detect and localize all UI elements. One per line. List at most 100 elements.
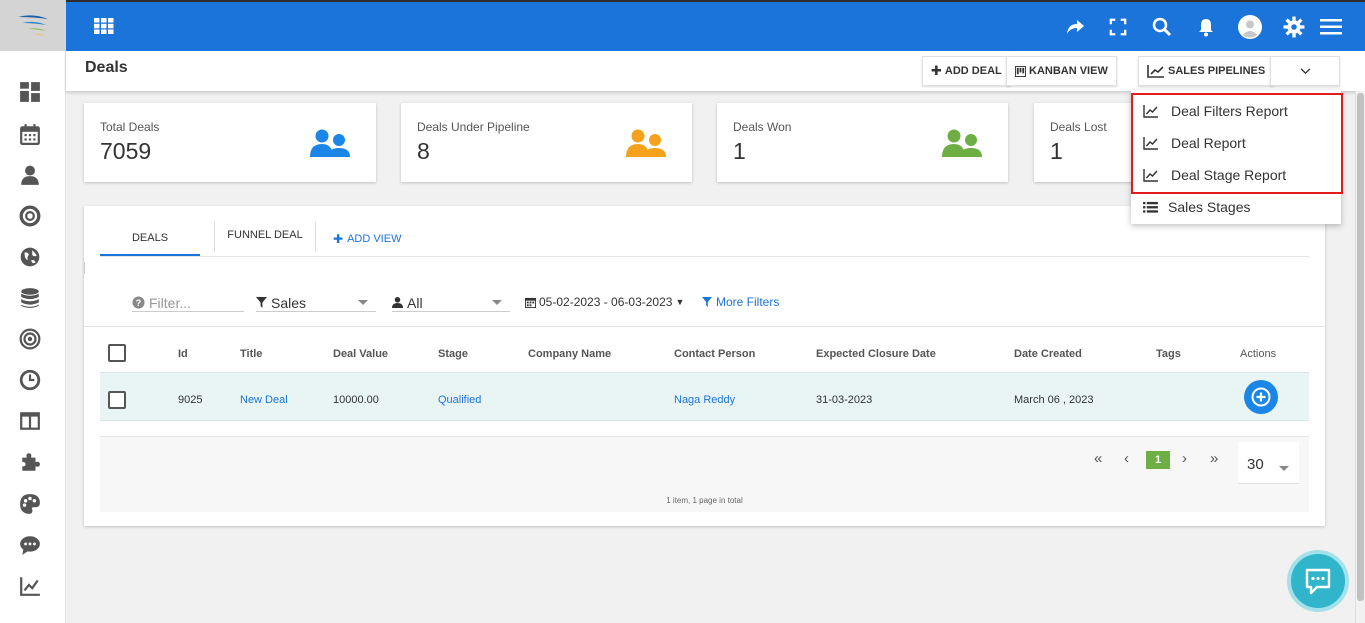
clock-icon[interactable] xyxy=(18,368,42,392)
avatar[interactable] xyxy=(1238,15,1262,39)
cell-deal-value: 10000.00 xyxy=(333,394,379,406)
stat-label: Deals Lost xyxy=(1050,120,1107,134)
pagination-info: 1 item, 1 page in total xyxy=(666,496,743,505)
lifebuoy-icon[interactable] xyxy=(18,204,42,228)
divider xyxy=(84,326,1325,327)
cell-contact-person-link[interactable]: Naga Reddy xyxy=(674,394,735,406)
user-icon xyxy=(392,297,403,308)
kanban-view-button[interactable]: KANBAN VIEW xyxy=(1006,56,1117,86)
first-page-icon[interactable]: « xyxy=(1094,450,1102,467)
date-range-picker[interactable]: 05-02-2023 - 06-03-2023 ▼ xyxy=(525,295,684,309)
top-navbar xyxy=(66,0,1365,51)
pipeline-select[interactable]: Sales xyxy=(256,294,376,312)
column-header-company-name[interactable]: Company Name xyxy=(528,348,611,360)
stat-value: 8 xyxy=(417,138,430,164)
column-header-deal-value[interactable]: Deal Value xyxy=(333,348,388,360)
column-header-tags[interactable]: Tags xyxy=(1156,348,1181,360)
plus-circle-icon xyxy=(1251,387,1271,407)
chart-line-icon xyxy=(1147,65,1164,78)
tab-deals-label: DEALS xyxy=(131,232,169,244)
column-header-id[interactable]: Id xyxy=(178,348,188,360)
bell-icon[interactable] xyxy=(1194,15,1218,39)
chat-icon xyxy=(1305,568,1331,595)
stat-card-total-deals: Total Deals 7059 xyxy=(84,103,376,182)
add-deal-label: ADD DEAL xyxy=(944,65,1002,77)
scrollbar-thumb[interactable] xyxy=(1357,93,1364,601)
divider xyxy=(84,262,85,274)
search-icon[interactable] xyxy=(1150,15,1174,39)
cell-date-created: March 06 , 2023 xyxy=(1014,394,1094,406)
tab-funnel-deal[interactable]: FUNNEL DEAL xyxy=(215,218,315,252)
caret-down-icon xyxy=(1279,466,1289,471)
row-checkbox[interactable] xyxy=(108,391,126,409)
calendar-icon[interactable] xyxy=(18,122,42,146)
plus-icon: ✚ xyxy=(333,232,344,246)
menu-item-sales-stages[interactable]: Sales Stages xyxy=(1143,197,1251,217)
sidebar xyxy=(0,0,66,623)
fullscreen-icon[interactable] xyxy=(1106,15,1130,39)
chat-widget-button[interactable] xyxy=(1287,550,1349,612)
column-header-expected-closure-date[interactable]: Expected Closure Date xyxy=(816,348,936,360)
user-icon[interactable] xyxy=(18,163,42,187)
add-deal-button[interactable]: ✚ ADD DEAL xyxy=(922,56,1011,86)
owner-value: All xyxy=(407,294,423,311)
palette-icon[interactable] xyxy=(18,492,42,516)
page-size-value: 30 xyxy=(1247,456,1264,473)
column-header-contact-person[interactable]: Contact Person xyxy=(674,348,755,360)
caret-down-icon xyxy=(492,300,502,305)
gear-icon[interactable] xyxy=(1282,15,1306,39)
dashboard-icon[interactable] xyxy=(18,80,42,104)
column-header-title[interactable]: Title xyxy=(240,348,262,360)
columns-icon[interactable] xyxy=(18,409,42,433)
last-page-icon[interactable]: » xyxy=(1210,450,1218,467)
hamburger-menu-icon[interactable] xyxy=(1319,15,1343,39)
cell-expected-closure-date: 31-03-2023 xyxy=(816,394,873,406)
apps-grid-icon[interactable] xyxy=(94,18,114,38)
owner-select[interactable]: All xyxy=(392,294,510,312)
caret-down-icon: ▼ xyxy=(675,297,685,307)
question-circle-icon: ? xyxy=(132,296,145,309)
calendar-icon xyxy=(525,297,536,308)
stat-card-deals-under-pipeline: Deals Under Pipeline 8 xyxy=(401,103,692,182)
cell-stage-link[interactable]: Qualified xyxy=(438,394,481,406)
more-filters-label: More Filters xyxy=(716,295,780,309)
prev-page-icon[interactable]: ‹ xyxy=(1124,450,1129,467)
row-action-button[interactable] xyxy=(1244,380,1278,414)
database-icon[interactable] xyxy=(18,286,42,310)
page-number-current[interactable]: 1 xyxy=(1146,451,1170,469)
search-placeholder: Filter... xyxy=(149,294,192,311)
column-header-date-created[interactable]: Date Created xyxy=(1014,348,1082,360)
column-header-stage[interactable]: Stage xyxy=(438,348,468,360)
plus-icon: ✚ xyxy=(931,63,942,78)
cell-title-link[interactable]: New Deal xyxy=(240,394,288,406)
more-filters-button[interactable]: More Filters xyxy=(702,295,779,309)
add-view-button[interactable]: ✚ ADD VIEW xyxy=(333,222,401,256)
chat-bubble-icon[interactable] xyxy=(18,533,42,557)
pipeline-value: Sales xyxy=(271,294,307,311)
column-header-actions: Actions xyxy=(1240,348,1277,360)
tab-deals[interactable]: DEALS xyxy=(100,222,200,256)
logo-icon xyxy=(18,14,48,36)
tab-divider xyxy=(315,222,316,252)
select-all-checkbox[interactable] xyxy=(108,344,126,362)
share-icon[interactable] xyxy=(1063,15,1087,39)
chart-line-icon[interactable] xyxy=(18,574,42,598)
funnel-icon xyxy=(702,297,712,307)
sales-pipelines-button[interactable]: SALES PIPELINES xyxy=(1138,56,1275,86)
caret-down-icon xyxy=(358,300,368,305)
stat-label: Total Deals xyxy=(100,120,160,134)
stat-value: 1 xyxy=(733,138,746,164)
page-header: Deals ✚ ADD DEAL KANBAN VIEW SALES PIPEL… xyxy=(66,51,1365,91)
app-logo[interactable] xyxy=(0,0,66,51)
search-filter-input[interactable]: ? Filter... xyxy=(132,294,244,312)
globe-icon[interactable] xyxy=(18,245,42,269)
stat-value: 1 xyxy=(1050,138,1063,164)
sales-pipelines-label: SALES PIPELINES xyxy=(1168,65,1266,77)
next-page-icon[interactable]: › xyxy=(1182,450,1187,467)
menu-item-label: Sales Stages xyxy=(1168,199,1251,215)
pipelines-dropdown-toggle[interactable] xyxy=(1270,56,1340,86)
target-icon[interactable] xyxy=(18,327,42,351)
page-size-select[interactable]: 30 xyxy=(1238,442,1299,484)
list-icon xyxy=(1143,201,1158,213)
puzzle-icon[interactable] xyxy=(18,450,42,474)
